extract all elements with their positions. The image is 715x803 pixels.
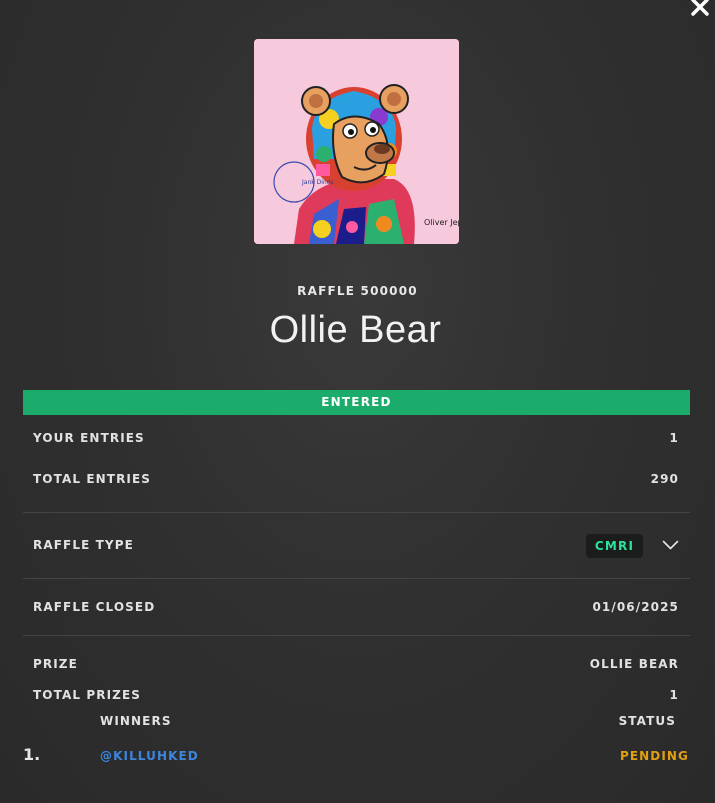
svg-text:Oliver Jepson: Oliver Jepson: [424, 218, 459, 227]
page-title: Ollie Bear: [269, 309, 442, 351]
your-entries-value: 1: [669, 431, 679, 445]
raffle-closed-label: RAFFLE CLOSED: [33, 600, 156, 614]
status-column-header: STATUS: [618, 714, 676, 728]
divider: [23, 512, 690, 513]
status-badge: ENTERED: [23, 390, 690, 415]
raffle-type-label: RAFFLE TYPE: [33, 538, 134, 552]
your-entries-label: YOUR ENTRIES: [33, 431, 145, 445]
total-prizes-value: 1: [669, 688, 679, 702]
chevron-down-icon[interactable]: [662, 538, 679, 552]
winner-name-link[interactable]: @KILLUHKED: [100, 749, 199, 763]
divider: [23, 635, 690, 636]
raffle-closed-value: 01/06/2025: [592, 600, 679, 614]
raffle-number-label: RAFFLE 500000: [297, 284, 418, 298]
prize-label: PRIZE: [33, 657, 78, 671]
total-entries-label: TOTAL ENTRIES: [33, 472, 152, 486]
prize-value: OLLIE BEAR: [589, 657, 679, 671]
close-icon[interactable]: [689, 0, 711, 18]
winners-column-header: WINNERS: [100, 714, 172, 728]
winner-status: PENDING: [619, 749, 689, 763]
raffle-nft-image: Jank Dinos Oliver Jepson: [254, 39, 459, 244]
divider: [23, 578, 690, 579]
raffle-type-badge: CMRI: [586, 534, 643, 558]
total-entries-value: 290: [650, 472, 679, 486]
total-prizes-label: TOTAL PRIZES: [33, 688, 141, 702]
winner-rank: 1.: [23, 745, 41, 764]
svg-text:Jank Dinos: Jank Dinos: [301, 179, 334, 186]
